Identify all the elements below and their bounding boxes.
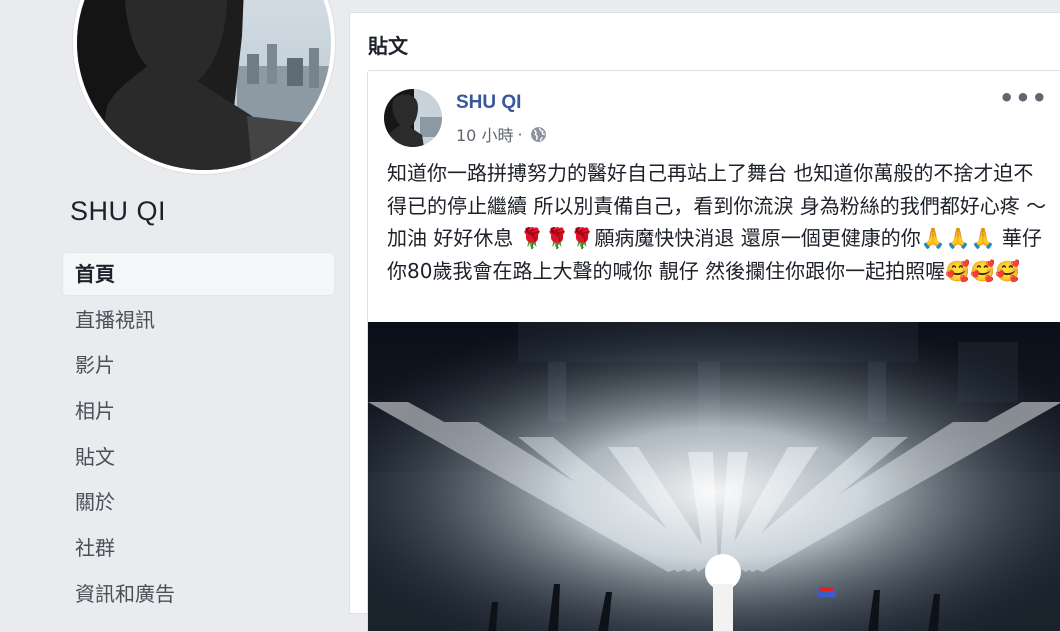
pray-emoji-group: 🙏🙏🙏 (920, 226, 996, 250)
meta-separator: · (517, 124, 523, 144)
nav-item-info-and-ads[interactable]: 資訊和廣告 (63, 573, 334, 615)
post-card: SHU QI 10 小時 · ••• 知道你一路拼搏努力的醫好自己再站上了舞台 … (367, 70, 1060, 632)
more-options-icon[interactable]: ••• (999, 86, 1048, 110)
post-text-part2: 願病魔快快消退 還原一個更健康的你 (594, 226, 921, 250)
globe-icon[interactable] (530, 126, 547, 143)
page-nav: 首頁 直播視訊 影片 相片 貼文 關於 社群 資訊和廣告 (63, 253, 334, 619)
avatar[interactable] (384, 89, 442, 147)
post-author[interactable]: SHU QI (456, 92, 521, 114)
nav-item-photos[interactable]: 相片 (63, 390, 334, 432)
left-sidebar: SHU QI 首頁 直播視訊 影片 相片 貼文 關於 社群 資訊和廣告 (0, 0, 345, 606)
rose-emoji-group: 🌹🌹🌹 (519, 226, 595, 250)
nav-item-live-video[interactable]: 直播視訊 (63, 299, 334, 341)
page-name[interactable]: SHU QI (70, 196, 166, 227)
profile-picture[interactable] (73, 0, 335, 174)
nav-item-about[interactable]: 關於 (63, 481, 334, 523)
nav-item-home[interactable]: 首頁 (63, 253, 334, 295)
post-timestamp[interactable]: 10 小時 (456, 122, 513, 146)
post-photo[interactable] (368, 322, 1060, 631)
nav-item-posts[interactable]: 貼文 (63, 436, 334, 478)
post-meta: 10 小時 · (456, 122, 547, 146)
love-emoji-group: 🥰🥰🥰 (945, 258, 1020, 283)
nav-item-community[interactable]: 社群 (63, 527, 334, 569)
posts-section: 貼文 SHU QI 10 小時 · ••• 知道你一路拼搏努力的醫好自己再站上了… (349, 12, 1060, 632)
posts-heading: 貼文 (368, 34, 408, 58)
nav-item-videos[interactable]: 影片 (63, 344, 334, 386)
post-text: 知道你一路拼搏努力的醫好自己再站上了舞台 也知道你萬般的不捨才迫不得已的停止繼續… (387, 157, 1047, 287)
